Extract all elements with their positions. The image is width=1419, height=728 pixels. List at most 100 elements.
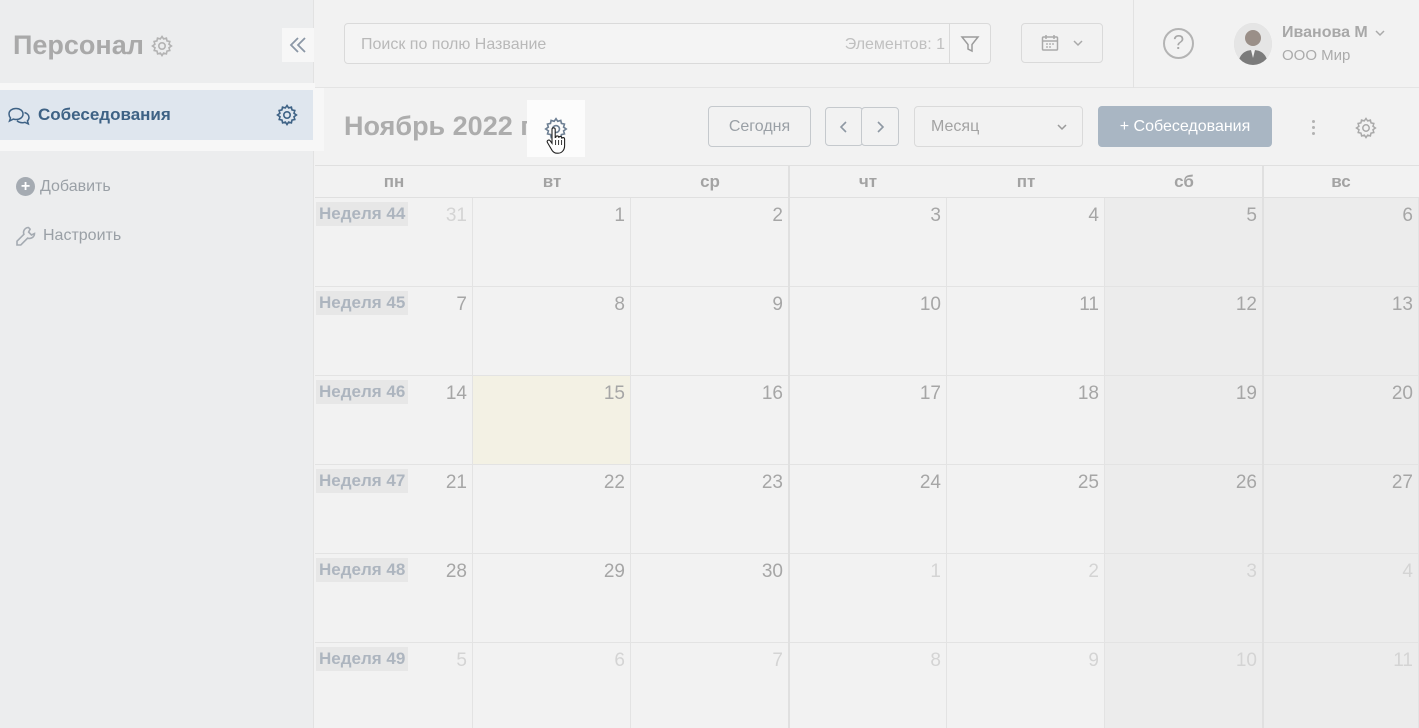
calendar-day-cell[interactable]: 2 bbox=[947, 554, 1105, 643]
calendar-day-cell[interactable]: 29 bbox=[473, 554, 631, 643]
calendar-day-cell[interactable]: 17 bbox=[789, 376, 947, 465]
calendar-day-cell[interactable]: 31 Неделя 44 bbox=[315, 198, 473, 287]
weekday-label: вт bbox=[542, 172, 562, 191]
calendar-day-cell[interactable]: 9 bbox=[947, 643, 1105, 728]
week-label: Неделя 48 bbox=[316, 558, 409, 582]
day-number: 31 bbox=[445, 205, 467, 226]
calendar-day-cell[interactable]: 11 bbox=[947, 287, 1105, 376]
calendar-day-cell[interactable]: 4 bbox=[1263, 554, 1419, 643]
next-button[interactable] bbox=[861, 107, 899, 146]
day-number: 1 bbox=[930, 561, 941, 582]
day-number: 15 bbox=[603, 383, 625, 404]
calendar-day-cell[interactable]: 12 bbox=[1105, 287, 1263, 376]
calendar-day-cell[interactable]: 10 bbox=[1105, 643, 1263, 728]
calendar-day-cell[interactable]: 18 bbox=[947, 376, 1105, 465]
day-number: 5 bbox=[1246, 205, 1257, 226]
day-number: 14 bbox=[445, 383, 467, 404]
chevron-right-icon bbox=[877, 120, 885, 133]
gear-icon[interactable] bbox=[1354, 116, 1378, 140]
calendar-day-cell[interactable]: 8 bbox=[789, 643, 947, 728]
configure-link[interactable]: Настроить bbox=[14, 224, 121, 248]
user-menu[interactable]: Иванова М bbox=[1282, 24, 1386, 42]
week-label: Неделя 47 bbox=[316, 469, 409, 493]
day-number: 19 bbox=[1235, 383, 1257, 404]
day-number: 10 bbox=[919, 294, 941, 315]
gear-icon[interactable] bbox=[275, 103, 299, 127]
calendar-day-cell[interactable]: 15 bbox=[473, 376, 631, 465]
double-chevron-left-icon bbox=[289, 37, 306, 53]
calendar-day-cell[interactable]: 14 Неделя 46 bbox=[315, 376, 473, 465]
calendar-day-cell[interactable]: 7 Неделя 45 bbox=[315, 287, 473, 376]
sidebar-item-label: Собеседования bbox=[38, 105, 171, 124]
calendar-day-cell[interactable]: 7 bbox=[631, 643, 789, 728]
week-label: Неделя 49 bbox=[316, 647, 409, 671]
sidebar-item-interviews[interactable]: Собеседования bbox=[0, 90, 313, 140]
calendar-day-cell[interactable]: 10 bbox=[789, 287, 947, 376]
day-number: 23 bbox=[761, 472, 783, 493]
search-input[interactable]: Поиск по полю Название Элементов: 1 bbox=[344, 23, 991, 64]
help-button[interactable]: ? bbox=[1163, 28, 1194, 59]
day-number: 6 bbox=[614, 650, 625, 671]
calendar-day-cell[interactable]: 4 bbox=[947, 198, 1105, 287]
view-select-value: Месяц bbox=[931, 117, 980, 135]
more-options-icon[interactable] bbox=[1307, 115, 1319, 139]
gear-icon[interactable] bbox=[150, 34, 174, 58]
weekday-label: вс bbox=[1331, 172, 1351, 191]
calendar-day-cell[interactable]: 22 bbox=[473, 465, 631, 554]
calendar-day-cell[interactable]: 27 bbox=[1263, 465, 1419, 554]
add-interview-button[interactable]: + Собеседования bbox=[1098, 106, 1272, 147]
calendar-day-cell[interactable]: 28 Неделя 48 bbox=[315, 554, 473, 643]
day-number: 29 bbox=[603, 561, 625, 582]
day-number: 2 bbox=[772, 205, 783, 226]
calendar-day-cell[interactable]: 24 bbox=[789, 465, 947, 554]
view-select[interactable]: Месяц bbox=[914, 106, 1083, 147]
calendar-day-cell[interactable]: 3 bbox=[789, 198, 947, 287]
calendar-day-cell[interactable]: 21 Неделя 47 bbox=[315, 465, 473, 554]
calendar-view-button[interactable] bbox=[1021, 23, 1103, 63]
today-button[interactable]: Сегодня bbox=[708, 106, 811, 147]
calendar-day-cell[interactable]: 8 bbox=[473, 287, 631, 376]
calendar-day-cell[interactable]: 5 Неделя 49 bbox=[315, 643, 473, 728]
chevron-down-icon bbox=[1057, 123, 1067, 130]
avatar[interactable] bbox=[1234, 23, 1272, 65]
day-number: 3 bbox=[930, 205, 941, 226]
calendar-day-cell[interactable]: 25 bbox=[947, 465, 1105, 554]
calendar-day-cell[interactable]: 6 bbox=[473, 643, 631, 728]
week-label: Неделя 46 bbox=[316, 380, 409, 404]
weekday-label: пн bbox=[383, 172, 405, 191]
calendar-day-cell[interactable]: 19 bbox=[1105, 376, 1263, 465]
day-number: 16 bbox=[761, 383, 783, 404]
calendar-day-cell[interactable]: 13 bbox=[1263, 287, 1419, 376]
previous-button[interactable] bbox=[825, 107, 863, 146]
weekday-label: ср bbox=[700, 172, 720, 191]
calendar-day-cell[interactable]: 16 bbox=[631, 376, 789, 465]
day-number: 2 bbox=[1088, 561, 1099, 582]
collapse-sidebar-button[interactable] bbox=[282, 28, 314, 62]
calendar-day-cell[interactable]: 20 bbox=[1263, 376, 1419, 465]
divider bbox=[1133, 0, 1134, 88]
calendar-day-cell[interactable]: 1 bbox=[473, 198, 631, 287]
calendar-day-cell[interactable]: 26 bbox=[1105, 465, 1263, 554]
calendar-day-cell[interactable]: 1 bbox=[789, 554, 947, 643]
day-number: 20 bbox=[1391, 383, 1413, 404]
day-number: 24 bbox=[919, 472, 941, 493]
top-bar: Поиск по полю Название Элементов: 1 ? Ив… bbox=[315, 0, 1419, 88]
add-link[interactable]: + Добавить bbox=[16, 177, 111, 196]
calendar-day-cell[interactable]: 2 bbox=[631, 198, 789, 287]
sidebar-nav: Собеседования bbox=[0, 83, 324, 151]
calendar-day-cell[interactable]: 9 bbox=[631, 287, 789, 376]
day-number: 1 bbox=[614, 205, 625, 226]
hand-cursor-icon bbox=[546, 127, 566, 154]
day-number: 7 bbox=[772, 650, 783, 671]
calendar-day-cell[interactable]: 3 bbox=[1105, 554, 1263, 643]
filter-button[interactable] bbox=[949, 24, 990, 63]
calendar-day-cell[interactable]: 5 bbox=[1105, 198, 1263, 287]
wrench-icon bbox=[16, 226, 36, 246]
calendar-day-cell[interactable]: 30 bbox=[631, 554, 789, 643]
user-organization: ООО Мир bbox=[1282, 47, 1351, 64]
calendar-icon bbox=[1041, 35, 1059, 51]
calendar-day-cell[interactable]: 23 bbox=[631, 465, 789, 554]
calendar-day-cell[interactable]: 6 bbox=[1263, 198, 1419, 287]
day-number: 8 bbox=[930, 650, 941, 671]
calendar-day-cell[interactable]: 11 bbox=[1263, 643, 1419, 728]
